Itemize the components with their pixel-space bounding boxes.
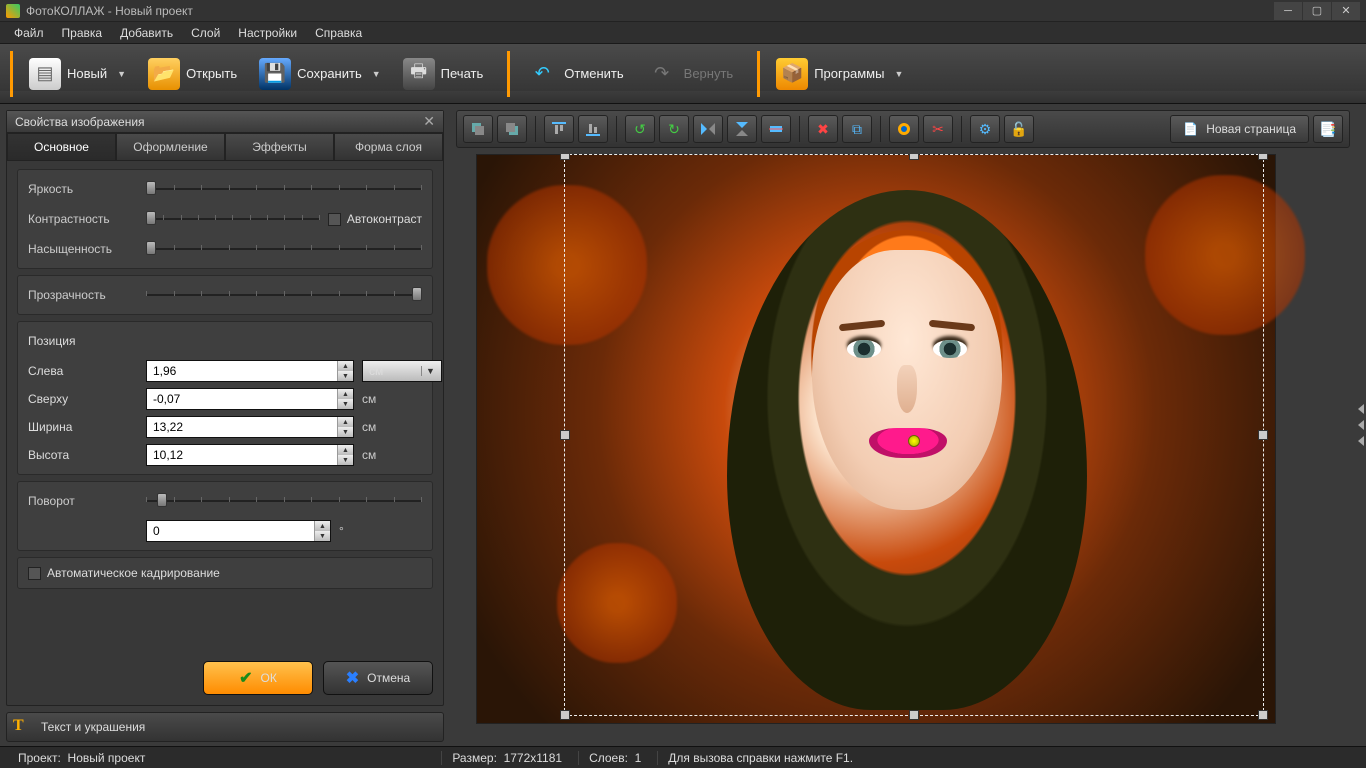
handle-tm[interactable]: [909, 154, 919, 160]
tab-effects[interactable]: Эффекты: [225, 133, 334, 161]
canvas[interactable]: [456, 154, 1350, 740]
panel-close-icon[interactable]: ✕: [423, 113, 435, 130]
contrast-slider[interactable]: [146, 211, 320, 227]
top-label: Сверху: [28, 392, 138, 406]
saturation-label: Насыщенность: [28, 242, 138, 256]
tab-main[interactable]: Основное: [7, 133, 116, 161]
print-button[interactable]: 🖶Печать: [395, 54, 492, 94]
handle-bm[interactable]: [909, 710, 919, 720]
new-page-button[interactable]: 📄Новая страница: [1170, 115, 1309, 143]
text-decorations-button[interactable]: T Текст и украшения: [6, 712, 444, 742]
flip-horizontal-icon[interactable]: [693, 115, 723, 143]
menu-file[interactable]: Файл: [6, 24, 52, 42]
page-add-icon: 📄: [1183, 122, 1198, 136]
redo-button[interactable]: ↷Вернуть: [638, 54, 742, 94]
menu-settings[interactable]: Настройки: [230, 24, 305, 42]
minimize-button[interactable]: ─: [1274, 2, 1302, 20]
maximize-button[interactable]: ▢: [1303, 2, 1331, 20]
handle-tl[interactable]: [560, 154, 570, 160]
saturation-slider[interactable]: [146, 241, 422, 257]
undo-button[interactable]: ↶Отменить: [518, 54, 631, 94]
fit-width-icon[interactable]: [761, 115, 791, 143]
position-header: Позиция: [28, 334, 75, 348]
brightness-label: Яркость: [28, 182, 138, 196]
menu-help[interactable]: Справка: [307, 24, 370, 42]
autocontrast-checkbox[interactable]: Автоконтраст: [328, 212, 422, 226]
brightness-slider[interactable]: [146, 181, 422, 197]
width-label: Ширина: [28, 420, 138, 434]
delete-icon[interactable]: ✖: [808, 115, 838, 143]
open-button[interactable]: 📂Открыть: [140, 54, 245, 94]
left-label: Слева: [28, 364, 138, 378]
send-backward-icon[interactable]: [497, 115, 527, 143]
handle-bl[interactable]: [560, 710, 570, 720]
left-input[interactable]: ▲▼: [146, 360, 354, 382]
menu-add[interactable]: Добавить: [112, 24, 181, 42]
title-bar: ФотоКОЛЛАЖ - Новый проект ─ ▢ ✕: [0, 0, 1366, 22]
programs-button[interactable]: 📦Программы▼: [768, 54, 911, 94]
menu-layer[interactable]: Слой: [183, 24, 228, 42]
align-bottom-icon[interactable]: [578, 115, 608, 143]
image-properties-panel: Свойства изображения ✕ Основное Оформлен…: [6, 110, 444, 706]
rotate-left-icon[interactable]: ↺: [625, 115, 655, 143]
height-input[interactable]: ▲▼: [146, 444, 354, 466]
text-icon: T: [13, 717, 33, 737]
ok-button[interactable]: ✔ОК: [203, 661, 313, 695]
rotate-slider[interactable]: [146, 493, 422, 509]
tab-design[interactable]: Оформление: [116, 133, 225, 161]
rotate-handle[interactable]: [908, 435, 920, 447]
selection-box[interactable]: [564, 154, 1264, 716]
app-icon: [6, 4, 20, 18]
bring-forward-icon[interactable]: [463, 115, 493, 143]
rotate-input[interactable]: ▲▼: [146, 520, 331, 542]
opacity-slider[interactable]: [146, 287, 422, 303]
height-label: Высота: [28, 448, 138, 462]
settings-icon[interactable]: ⚙: [970, 115, 1000, 143]
cut-icon[interactable]: ✂: [923, 115, 953, 143]
flip-vertical-icon[interactable]: [727, 115, 757, 143]
window-title: ФотоКОЛЛАЖ - Новый проект: [26, 4, 193, 18]
menu-edit[interactable]: Правка: [54, 24, 111, 42]
handle-tr[interactable]: [1258, 154, 1268, 160]
opacity-label: Прозрачность: [28, 288, 138, 302]
rotate-label: Поворот: [28, 494, 138, 508]
handle-ml[interactable]: [560, 430, 570, 440]
close-window-button[interactable]: ✕: [1332, 2, 1360, 20]
width-input[interactable]: ▲▼: [146, 416, 354, 438]
align-top-icon[interactable]: [544, 115, 574, 143]
tab-shape[interactable]: Форма слоя: [334, 133, 443, 161]
top-input[interactable]: ▲▼: [146, 388, 354, 410]
right-collapse-strip[interactable]: [1356, 104, 1366, 746]
autocrop-checkbox[interactable]: Автоматическое кадрирование: [28, 566, 422, 580]
panel-tabs: Основное Оформление Эффекты Форма слоя: [7, 133, 443, 161]
main-toolbar: ▤Новый▼ 📂Открыть 💾Сохранить▼ 🖶Печать ↶От…: [0, 44, 1366, 104]
handle-br[interactable]: [1258, 710, 1268, 720]
canvas-toolbar: ↺ ↻ ✖ ⧉ ✂ ⚙ 🔓 📄Новая страница 📑: [456, 110, 1350, 148]
unit-select[interactable]: см▼: [362, 360, 442, 382]
lock-icon[interactable]: 🔓: [1004, 115, 1034, 143]
panel-title: Свойства изображения: [15, 115, 145, 129]
save-button[interactable]: 💾Сохранить▼: [251, 54, 389, 94]
new-button[interactable]: ▤Новый▼: [21, 54, 134, 94]
handle-mr[interactable]: [1258, 430, 1268, 440]
rotate-right-icon[interactable]: ↻: [659, 115, 689, 143]
cancel-button[interactable]: ✖Отмена: [323, 661, 433, 695]
contrast-label: Контрастность: [28, 212, 138, 226]
color-icon[interactable]: [889, 115, 919, 143]
status-bar: Проект: Новый проект Размер: 1772x1181 С…: [0, 746, 1366, 768]
menu-bar: Файл Правка Добавить Слой Настройки Спра…: [0, 22, 1366, 44]
page-settings-icon[interactable]: 📑: [1313, 115, 1343, 143]
crop-icon[interactable]: ⧉: [842, 115, 872, 143]
